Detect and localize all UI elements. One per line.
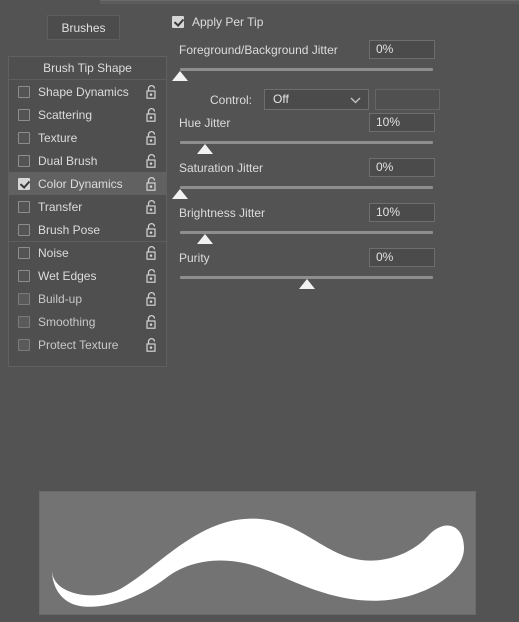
saturation-jitter-label: Saturation Jitter [179, 161, 264, 175]
brush-option-label: Brush Pose [38, 222, 101, 237]
brush-option-checkbox[interactable] [18, 247, 30, 259]
control-dropdown[interactable]: Off [264, 89, 369, 110]
unlocked-icon[interactable] [145, 176, 158, 191]
brush-stroke-preview [39, 491, 476, 615]
unlocked-icon[interactable] [145, 153, 158, 168]
apply-per-tip-row[interactable]: Apply Per Tip [172, 14, 512, 30]
fg-bg-jitter-input[interactable]: 0% [369, 40, 435, 59]
brush-option-checkbox[interactable] [18, 315, 30, 328]
brush-option-label: Dual Brush [38, 153, 98, 168]
unlocked-icon[interactable] [145, 84, 158, 99]
brush-tip-shape-header[interactable]: Brush Tip Shape [9, 57, 166, 80]
unlocked-icon[interactable] [145, 107, 158, 122]
brush-option-label: Color Dynamics [38, 176, 123, 191]
brush-options-rows: Shape Dynamics Scattering Texture Dual Brus… [9, 80, 166, 356]
unlocked-icon[interactable] [145, 314, 158, 329]
saturation-jitter-slider[interactable] [172, 181, 512, 203]
fg-bg-jitter-row: Foreground/Background Jitter 0% [172, 40, 512, 62]
brush-option-label: Transfer [38, 199, 83, 214]
hue-jitter-slider[interactable] [172, 136, 512, 158]
saturation-jitter-track[interactable] [180, 186, 433, 189]
control-label: Control: [210, 93, 253, 107]
brush-option-row[interactable]: Wet Edges [9, 264, 166, 287]
brush-option-row[interactable]: Brush Pose [9, 218, 166, 241]
brightness-jitter-label: Brightness Jitter [179, 206, 266, 220]
brush-options-list: Brush Tip Shape Shape Dynamics Scattering… [8, 56, 167, 367]
purity-label: Purity [179, 251, 210, 265]
tab-brushes-label: Brushes [61, 20, 106, 35]
brush-option-checkbox[interactable] [18, 85, 30, 98]
brush-option-row[interactable]: Transfer [9, 195, 166, 218]
brush-option-checkbox[interactable] [18, 177, 30, 190]
hue-jitter-thumb[interactable] [197, 144, 214, 154]
apply-per-tip-checkbox[interactable] [172, 16, 184, 28]
brush-option-row[interactable]: Smoothing [9, 310, 166, 333]
purity-slider[interactable] [172, 271, 512, 293]
hue-jitter-row: Hue Jitter 10% [172, 113, 512, 135]
brush-option-row[interactable]: Noise [9, 241, 166, 264]
brush-option-checkbox[interactable] [18, 108, 30, 121]
brush-option-label: Protect Texture [38, 337, 119, 352]
tab-brushes[interactable]: Brushes [47, 15, 120, 40]
hue-jitter-track[interactable] [180, 141, 433, 144]
unlocked-icon[interactable] [145, 337, 158, 352]
fg-bg-jitter-slider[interactable] [172, 63, 512, 85]
brightness-jitter-thumb[interactable] [197, 234, 214, 244]
hue-jitter-label: Hue Jitter [179, 116, 231, 130]
purity-row: Purity 0% [172, 248, 512, 270]
brush-option-label: Shape Dynamics [38, 84, 129, 99]
brightness-jitter-track[interactable] [180, 231, 433, 234]
brush-option-label: Smoothing [38, 314, 96, 329]
brush-option-checkbox[interactable] [18, 292, 30, 305]
color-dynamics-controls: Apply Per Tip Foreground/Background Jitt… [172, 14, 512, 293]
saturation-jitter-thumb[interactable] [172, 189, 188, 199]
brush-option-label: Scattering [38, 107, 93, 122]
unlocked-icon[interactable] [145, 246, 158, 261]
brush-option-row[interactable]: Shape Dynamics [9, 80, 166, 103]
apply-per-tip-label: Apply Per Tip [192, 15, 264, 29]
brightness-jitter-slider[interactable] [172, 226, 512, 248]
unlocked-icon[interactable] [145, 130, 158, 145]
brush-option-label: Texture [38, 130, 78, 145]
unlocked-icon[interactable] [145, 222, 158, 237]
control-dropdown-value: Off [273, 92, 289, 106]
unlocked-icon[interactable] [145, 199, 158, 214]
purity-thumb[interactable] [298, 279, 315, 289]
brush-option-checkbox[interactable] [18, 223, 30, 236]
brush-option-checkbox[interactable] [18, 338, 30, 351]
brush-stroke-shape [52, 518, 464, 607]
brush-option-label: Build-up [38, 291, 83, 306]
brush-option-checkbox[interactable] [18, 200, 30, 213]
brush-option-row[interactable]: Texture [9, 126, 166, 149]
brightness-jitter-input[interactable]: 10% [369, 203, 435, 222]
brightness-jitter-row: Brightness Jitter 10% [172, 203, 512, 225]
control-auxiliary-field[interactable] [375, 89, 440, 110]
fg-bg-jitter-thumb[interactable] [172, 71, 188, 81]
chevron-down-icon [350, 97, 361, 104]
unlocked-icon[interactable] [145, 291, 158, 306]
purity-input[interactable]: 0% [369, 248, 435, 267]
brush-option-row[interactable]: Protect Texture [9, 333, 166, 356]
saturation-jitter-input[interactable]: 0% [369, 158, 435, 177]
brush-option-checkbox[interactable] [18, 269, 30, 282]
fg-bg-jitter-label: Foreground/Background Jitter [179, 43, 338, 57]
panel-tab-strip [100, 0, 519, 4]
saturation-jitter-row: Saturation Jitter 0% [172, 158, 512, 180]
brush-option-checkbox[interactable] [18, 131, 30, 144]
fg-bg-jitter-track[interactable] [180, 68, 433, 71]
brush-option-row[interactable]: Build-up [9, 287, 166, 310]
brush-option-row[interactable]: Dual Brush [9, 149, 166, 172]
brush-option-row[interactable]: Color Dynamics [9, 172, 166, 195]
control-row: Control: Off [172, 89, 512, 113]
hue-jitter-input[interactable]: 10% [369, 113, 435, 132]
brush-option-label: Wet Edges [38, 268, 97, 283]
brush-option-checkbox[interactable] [18, 154, 30, 167]
brush-option-row[interactable]: Scattering [9, 103, 166, 126]
unlocked-icon[interactable] [145, 268, 158, 283]
brush-option-label: Noise [38, 246, 69, 260]
